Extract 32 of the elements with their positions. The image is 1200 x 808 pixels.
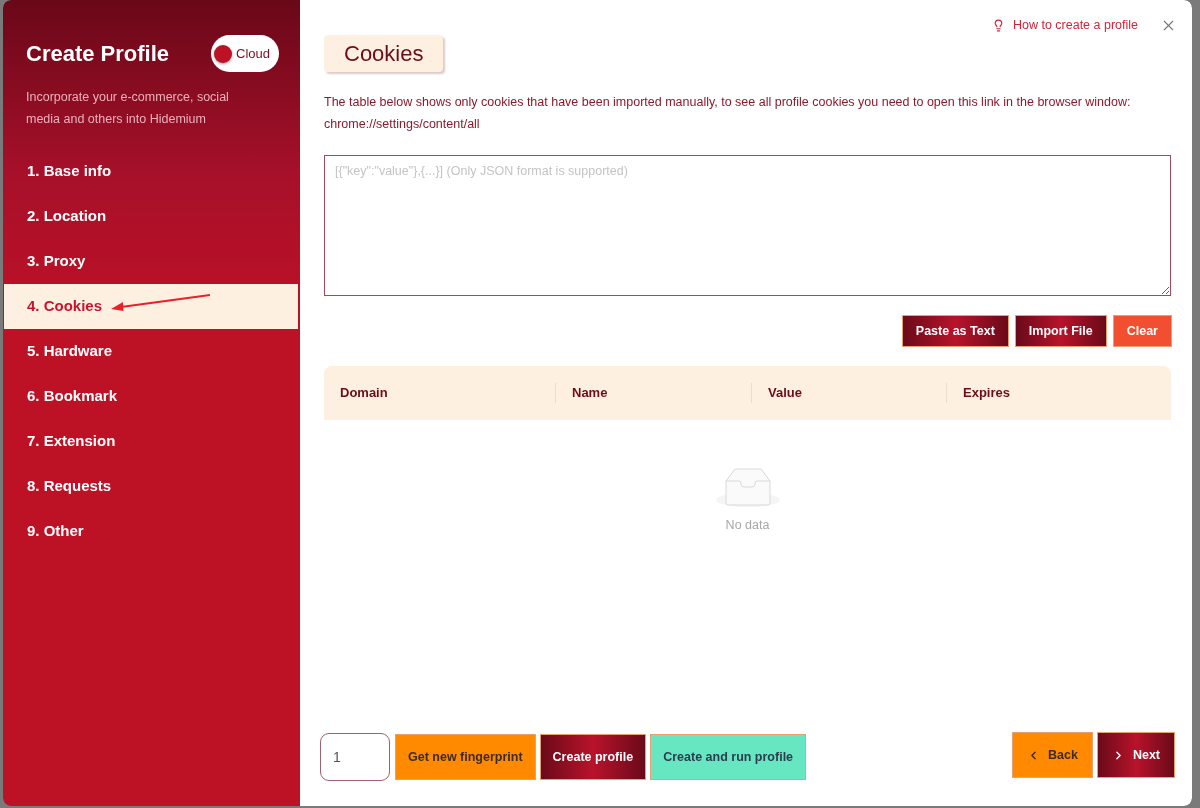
sidebar-nav-item[interactable]: 7. Extension xyxy=(4,419,298,464)
action-button[interactable]: Import File xyxy=(1015,316,1106,346)
sidebar-nav-item[interactable]: 3. Proxy xyxy=(4,239,298,284)
sidebar-nav-item[interactable]: 5. Hardware xyxy=(4,329,298,374)
sidebar-subtitle: Incorporate your e-commerce, social media and others into Hidemium xyxy=(25,89,230,128)
column-header: Domain xyxy=(339,384,389,403)
footer-action-button[interactable]: Get new fingerprint xyxy=(396,735,535,779)
footer-action-button[interactable]: Create and run profile xyxy=(651,735,806,779)
sidebar-nav-item[interactable]: 1. Base info xyxy=(4,149,298,194)
sidebar-nav-item[interactable]: 9. Other xyxy=(4,509,298,554)
next-button[interactable]: Next xyxy=(1097,733,1174,777)
sidebar-nav-item[interactable]: 2. Location xyxy=(4,194,298,239)
section-title: Cookies xyxy=(324,35,444,72)
action-button[interactable]: Paste as Text xyxy=(902,316,1008,346)
column-header: Value xyxy=(767,384,803,403)
column-header: Name xyxy=(571,384,609,403)
action-button[interactable]: Clear xyxy=(1113,316,1171,346)
empty-state-text: No data xyxy=(725,517,770,534)
cloud-toggle[interactable]: Cloud xyxy=(211,35,279,72)
sidebar-nav-item[interactable]: 8. Requests xyxy=(4,464,298,509)
sidebar-nav-item[interactable]: 4. Cookies xyxy=(4,284,298,329)
help-link[interactable]: How to create a profile xyxy=(991,16,1138,35)
footer-action-button[interactable]: Create profile xyxy=(540,735,646,779)
cookie-input-field[interactable]: [{"key":"value"},{...}] (Only JSON format is supported) xyxy=(324,155,1171,296)
toggle-knob-icon xyxy=(214,44,232,63)
column-header: Expires xyxy=(962,384,1011,403)
sidebar-title: Create Profile xyxy=(26,40,170,68)
back-button[interactable]: Back xyxy=(1013,733,1092,777)
sidebar-nav-item[interactable]: 6. Bookmark xyxy=(4,374,298,419)
section-description: The table below shows only cookies that have been imported manually, to see all profile cookies you need to open this link in the browser window: chrome://settings/content/all xyxy=(324,94,1132,133)
count-input-field[interactable]: 1 xyxy=(320,733,390,781)
empty-inbox-icon xyxy=(715,467,780,508)
